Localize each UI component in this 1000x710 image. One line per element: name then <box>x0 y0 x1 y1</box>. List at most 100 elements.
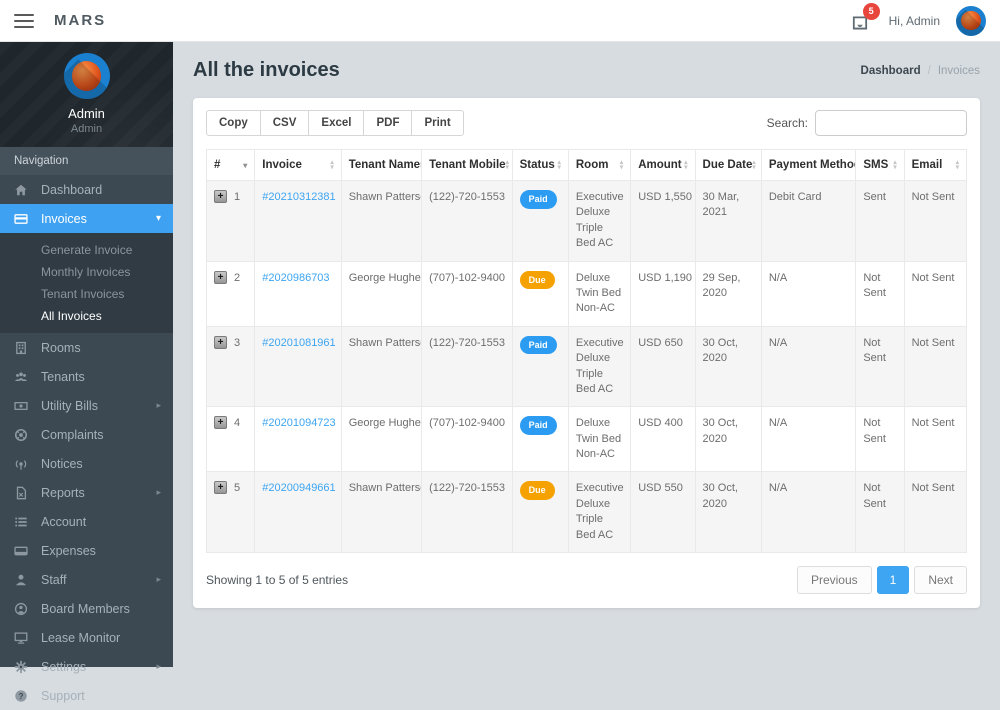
building-icon <box>14 340 30 355</box>
table-row: +2 #2020986703 George Hughes (707)-102-9… <box>207 261 967 326</box>
main-content: All the invoices Dashboard / Invoices Co… <box>173 42 1000 667</box>
sidebar-item-lease-monitor[interactable]: Lease Monitor <box>0 623 173 652</box>
wallet-icon <box>14 543 30 558</box>
invoice-link[interactable]: #20201081961 <box>262 337 335 349</box>
monitor-icon <box>14 630 30 645</box>
sidebar-item-utility-bills[interactable]: Utility Bills ▸ <box>0 391 173 420</box>
question-circle-icon: ? <box>14 688 30 703</box>
col-header-invoice[interactable]: Invoice▴▾ <box>255 150 341 181</box>
status-badge: Due <box>520 481 555 500</box>
sidebar-item-notices[interactable]: Notices <box>0 449 173 478</box>
topbar-right: 5 Hi, Admin <box>851 6 1000 36</box>
col-header-status[interactable]: Status▴▾ <box>512 150 568 181</box>
sort-icon: ▴▾ <box>893 160 896 170</box>
print-button[interactable]: Print <box>411 110 463 136</box>
sidebar-profile: Admin Admin <box>0 42 173 147</box>
sidebar-item-monthly-invoices[interactable]: Monthly Invoices <box>0 261 173 283</box>
table-header-row: #▾ Invoice▴▾ Tenant Name▴▾ Tenant Mobile… <box>207 150 967 181</box>
expand-row-button[interactable]: + <box>214 336 227 349</box>
pdf-button[interactable]: PDF <box>363 110 412 136</box>
chevron-right-icon: ▸ <box>156 487 161 498</box>
invoice-link[interactable]: #2020986703 <box>262 272 329 284</box>
sidebar-item-tenant-invoices[interactable]: Tenant Invoices <box>0 283 173 305</box>
broadcast-icon <box>14 456 30 471</box>
report-file-icon <box>14 485 30 500</box>
sort-desc-icon: ▾ <box>243 161 247 170</box>
bill-icon <box>14 398 30 413</box>
invoice-link[interactable]: #20210312381 <box>262 191 335 203</box>
col-header-due-date[interactable]: Due Date▴▾ <box>695 150 761 181</box>
breadcrumb-separator: / <box>928 65 931 77</box>
sidebar-item-board-members[interactable]: Board Members <box>0 594 173 623</box>
page-title: All the invoices <box>193 59 340 82</box>
status-badge: Paid <box>520 336 557 355</box>
invoice-icon <box>14 211 30 226</box>
export-button-group: Copy CSV Excel PDF Print <box>206 110 464 136</box>
invoice-link[interactable]: #20201094723 <box>262 417 335 429</box>
search-label: Search: <box>767 116 808 130</box>
excel-button[interactable]: Excel <box>308 110 364 136</box>
page-1-button[interactable]: 1 <box>877 566 910 594</box>
breadcrumb-dashboard[interactable]: Dashboard <box>861 65 921 77</box>
greeting-text: Hi, Admin <box>889 14 940 28</box>
invoices-submenu: Generate Invoice Monthly Invoices Tenant… <box>0 233 173 333</box>
sort-icon: ▴▾ <box>506 160 509 170</box>
next-page-button[interactable]: Next <box>914 566 967 594</box>
home-icon <box>14 182 30 197</box>
chevron-down-icon: ▾ <box>156 213 161 224</box>
sidebar-item-invoices[interactable]: Invoices ▾ <box>0 204 173 233</box>
sidebar-item-complaints[interactable]: Complaints <box>0 420 173 449</box>
notifications-button[interactable]: 5 <box>851 10 873 32</box>
col-header-tenant-name[interactable]: Tenant Name▴▾ <box>341 150 421 181</box>
expand-row-button[interactable]: + <box>214 271 227 284</box>
search-input[interactable] <box>815 110 967 136</box>
col-header-email[interactable]: Email▴▾ <box>904 150 966 181</box>
copy-button[interactable]: Copy <box>206 110 261 136</box>
col-header-tenant-mobile[interactable]: Tenant Mobile▴▾ <box>422 150 512 181</box>
sidebar-item-staff[interactable]: Staff ▸ <box>0 565 173 594</box>
sort-icon: ▴▾ <box>620 160 623 170</box>
expand-row-button[interactable]: + <box>214 190 227 203</box>
status-badge: Paid <box>520 190 557 209</box>
profile-avatar <box>64 53 110 99</box>
sidebar-item-expenses[interactable]: Expenses <box>0 536 173 565</box>
invoices-table: #▾ Invoice▴▾ Tenant Name▴▾ Tenant Mobile… <box>206 149 967 553</box>
profile-name: Admin <box>0 106 173 121</box>
sort-icon: ▴▾ <box>752 160 755 170</box>
col-header-room[interactable]: Room▴▾ <box>568 150 630 181</box>
pagination: Previous 1 Next <box>797 566 967 594</box>
table-row: +3 #20201081961 Shawn Patterson (122)-72… <box>207 326 967 407</box>
invoices-card: Copy CSV Excel PDF Print Search: #▾ Invo… <box>193 98 980 608</box>
status-badge: Paid <box>520 416 557 435</box>
col-header-amount[interactable]: Amount▴▾ <box>631 150 695 181</box>
sidebar-item-generate-invoice[interactable]: Generate Invoice <box>0 239 173 261</box>
sidebar-item-account[interactable]: Account <box>0 507 173 536</box>
menu-toggle-icon[interactable] <box>14 10 34 32</box>
expand-row-button[interactable]: + <box>214 481 227 494</box>
chevron-right-icon: ▸ <box>156 400 161 411</box>
sidebar-item-tenants[interactable]: Tenants <box>0 362 173 391</box>
sidebar-item-all-invoices[interactable]: All Invoices <box>0 305 173 327</box>
sort-icon: ▴▾ <box>330 160 333 170</box>
sidebar: Admin Admin Navigation Dashboard Invoice… <box>0 42 173 667</box>
sidebar-item-dashboard[interactable]: Dashboard <box>0 175 173 204</box>
life-ring-icon <box>14 427 30 442</box>
user-circle-icon <box>14 601 30 616</box>
status-badge: Due <box>520 271 555 290</box>
avatar[interactable] <box>956 6 986 36</box>
list-icon <box>14 514 30 529</box>
sidebar-item-support[interactable]: ? Support <box>0 681 173 710</box>
chevron-right-icon: ▸ <box>156 574 161 585</box>
inbox-icon <box>851 19 869 36</box>
sidebar-item-reports[interactable]: Reports ▸ <box>0 478 173 507</box>
col-header-sms[interactable]: SMS▴▾ <box>856 150 904 181</box>
users-icon <box>14 369 30 384</box>
sidebar-item-rooms[interactable]: Rooms <box>0 333 173 362</box>
previous-page-button[interactable]: Previous <box>797 566 872 594</box>
col-header-num[interactable]: #▾ <box>207 150 255 181</box>
expand-row-button[interactable]: + <box>214 416 227 429</box>
invoice-link[interactable]: #20200949661 <box>262 482 335 494</box>
notification-count-badge: 5 <box>863 3 880 20</box>
csv-button[interactable]: CSV <box>260 110 310 136</box>
col-header-payment-method[interactable]: Payment Method▴▾ <box>761 150 855 181</box>
